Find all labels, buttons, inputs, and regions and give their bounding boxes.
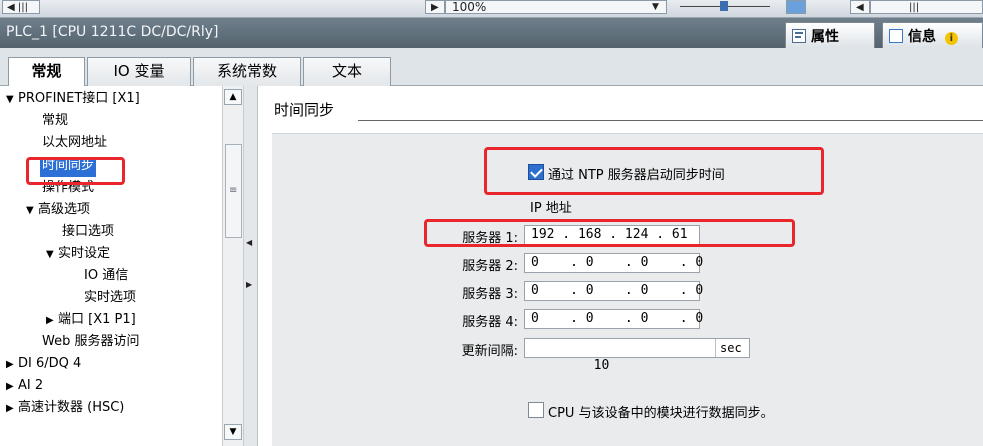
collapse-left-icon[interactable]: ◀ bbox=[246, 238, 252, 247]
server-3-ip-field[interactable]: 0 . 0 . 0 . 0 bbox=[524, 281, 703, 301]
toolbar-strip: ◀ ||| ▶ 100% ▼ ◀ ||| bbox=[0, 0, 983, 18]
nav-item-label: AI 2 bbox=[18, 378, 44, 393]
nav-scrollbar[interactable]: ▲ ≡ ▼ bbox=[222, 86, 244, 446]
tab-info-label: 信息 bbox=[908, 29, 936, 45]
tab-general[interactable]: 常规 bbox=[8, 57, 85, 87]
info-icon: i bbox=[944, 32, 958, 45]
horizontal-scrollbar[interactable]: ||| bbox=[870, 0, 983, 14]
window-title: PLC_1 [CPU 1211C DC/DC/Rly] bbox=[6, 24, 219, 40]
nav-tree: ▼ PROFINET接口 [X1] 常规 以太网地址 时间同步 操作模式 ▼ 高级选… bbox=[0, 86, 222, 446]
server-2-label: 服务器 2: bbox=[462, 259, 518, 274]
info-panel-icon bbox=[889, 29, 903, 43]
tab-io-tags[interactable]: IO 变量 bbox=[87, 57, 191, 86]
highlight-box-nav bbox=[26, 157, 125, 185]
main-content: 时间同步 通过 NTP 服务器启动同步时间 IP 地址 服务器 1: 192 .… bbox=[258, 86, 983, 446]
tab-texts[interactable]: 文本 bbox=[303, 57, 391, 86]
tab-system-constants[interactable]: 系统常数 bbox=[193, 57, 301, 86]
nav-item-interface-options[interactable]: 接口选项 bbox=[62, 223, 114, 243]
properties-icon bbox=[792, 29, 806, 43]
nav-item-general[interactable]: 常规 bbox=[42, 112, 68, 132]
properties-window: ◀ ||| ▶ 100% ▼ ◀ ||| PLC_1 [CPU 1211C DC… bbox=[0, 0, 983, 446]
nav-item-port-x1p1[interactable]: ▶ 端口 [X1 P1] bbox=[46, 311, 136, 331]
update-interval-field[interactable]: 10 sec bbox=[524, 338, 750, 373]
tab-properties[interactable]: 属性 bbox=[785, 22, 875, 48]
highlight-box-server1 bbox=[424, 219, 795, 247]
zoom-slider-thumb[interactable] bbox=[720, 1, 728, 11]
nav-item-realtime-settings[interactable]: ▼ 实时设定 bbox=[46, 245, 110, 265]
update-interval-label: 更新间隔: bbox=[461, 344, 518, 359]
nav-item-hsc[interactable]: ▶ 高速计数器 (HSC) bbox=[6, 399, 124, 419]
nav-item-label: DI 6/DQ 4 bbox=[18, 356, 82, 371]
nav-item-ethernet-address[interactable]: 以太网地址 bbox=[42, 134, 107, 154]
nav-item-realtime-options[interactable]: 实时选项 bbox=[84, 289, 136, 309]
nav-item-ai[interactable]: ▶ AI 2 bbox=[6, 377, 43, 397]
nav-item-web-server-access[interactable]: Web 服务器访问 bbox=[42, 333, 139, 353]
server-4-ip-field[interactable]: 0 . 0 . 0 . 0 bbox=[524, 309, 703, 329]
tab-info[interactable]: 信息 i bbox=[882, 22, 983, 48]
tab-strip: 常规 IO 变量 系统常数 文本 bbox=[0, 48, 983, 87]
scrollbar-grip-icon: ≡ bbox=[229, 185, 238, 196]
scroll-down-icon[interactable]: ▼ bbox=[224, 424, 242, 440]
ip-address-header: IP 地址 bbox=[530, 201, 572, 216]
section-title: 时间同步 bbox=[274, 101, 335, 119]
fit-view-button[interactable] bbox=[786, 0, 806, 14]
module-sync-checkbox[interactable] bbox=[528, 402, 544, 418]
server-3-label: 服务器 3: bbox=[462, 287, 518, 302]
scroll-left-button[interactable]: ◀ ||| bbox=[2, 0, 40, 14]
server-4-label: 服务器 4: bbox=[462, 315, 518, 330]
update-interval-value: 10 bbox=[593, 358, 610, 373]
chevron-left-icon: ◀ bbox=[856, 2, 864, 13]
expand-arrow-icon: ▶ bbox=[6, 381, 14, 392]
nav-item-di-dq[interactable]: ▶ DI 6/DQ 4 bbox=[6, 355, 81, 375]
nav-item-io-communication[interactable]: IO 通信 bbox=[84, 267, 128, 287]
nav-item-label: 高级选项 bbox=[38, 202, 91, 217]
chevron-down-icon: ▼ bbox=[652, 2, 659, 12]
expand-right-icon[interactable]: ▶ bbox=[246, 280, 252, 289]
module-sync-label: CPU 与该设备中的模块进行数据同步。 bbox=[548, 406, 774, 421]
chevron-left-icon: ◀ ||| bbox=[7, 2, 28, 13]
expand-arrow-icon: ▶ bbox=[46, 315, 54, 326]
scrollbar-thumb[interactable]: ≡ bbox=[225, 144, 242, 238]
panel-splitter[interactable]: ◀ ▶ bbox=[244, 86, 258, 446]
nav-item-label: 端口 [X1 P1] bbox=[58, 312, 136, 327]
expand-arrow-icon: ▼ bbox=[46, 249, 54, 260]
section-divider bbox=[358, 120, 983, 121]
scrollbar-grip-icon: ||| bbox=[909, 2, 920, 13]
update-interval-unit: sec bbox=[715, 339, 742, 357]
expand-arrow-icon: ▶ bbox=[6, 359, 14, 370]
highlight-box-ntp bbox=[484, 147, 824, 195]
nav-item-label: 实时设定 bbox=[58, 246, 111, 261]
expand-arrow-icon: ▼ bbox=[26, 205, 34, 216]
nav-item-label: 高速计数器 (HSC) bbox=[18, 400, 125, 415]
expand-arrow-icon: ▶ bbox=[6, 403, 14, 414]
nav-item-profinet[interactable]: ▼ PROFINET接口 [X1] bbox=[6, 90, 140, 110]
title-bar: PLC_1 [CPU 1211C DC/DC/Rly] 属性 信息 i bbox=[0, 18, 983, 48]
nav-item-advanced-options[interactable]: ▼ 高级选项 bbox=[26, 201, 90, 221]
zoom-decrease-button[interactable]: ▶ bbox=[425, 0, 445, 14]
expand-arrow-icon: ▼ bbox=[6, 94, 14, 105]
tab-properties-label: 属性 bbox=[811, 29, 839, 45]
server-2-ip-field[interactable]: 0 . 0 . 0 . 0 bbox=[524, 253, 703, 273]
scroll-up-icon[interactable]: ▲ bbox=[224, 89, 242, 105]
nav-item-label: PROFINET接口 [X1] bbox=[18, 91, 140, 106]
scroll-back-button[interactable]: ◀ bbox=[850, 0, 870, 14]
zoom-value: 100% bbox=[452, 0, 487, 14]
chevron-right-icon: ▶ bbox=[431, 2, 439, 13]
zoom-select[interactable]: 100% ▼ bbox=[445, 0, 667, 14]
